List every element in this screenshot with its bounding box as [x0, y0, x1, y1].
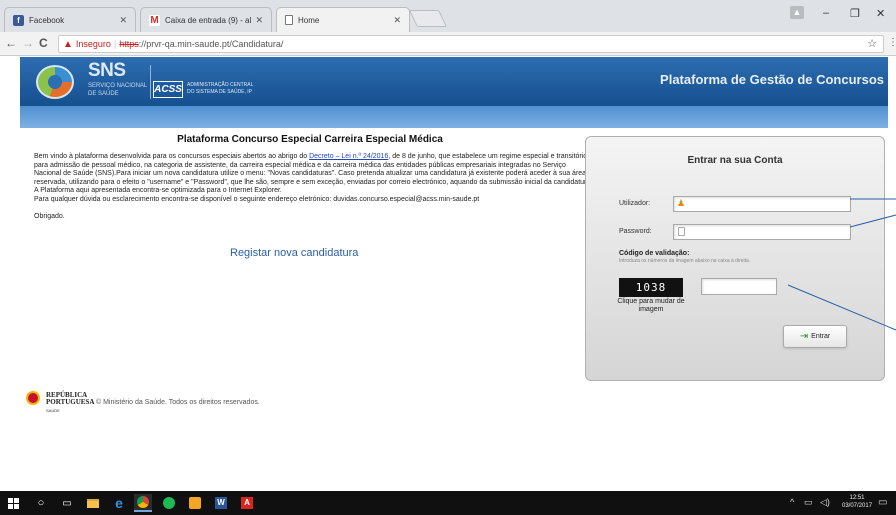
lock-icon	[678, 227, 685, 236]
security-label: Inseguro	[75, 39, 111, 49]
url-scheme: https	[119, 39, 139, 49]
password-label: Password:	[619, 228, 652, 235]
facebook-icon: f	[13, 14, 24, 26]
minimize-icon[interactable]: –	[823, 7, 829, 19]
file-explorer-icon[interactable]	[84, 494, 102, 512]
chrome-icon[interactable]	[134, 494, 152, 512]
sns-subtitle-line: SERVIÇO NACIONAL	[88, 83, 148, 89]
restore-icon[interactable]: ❐	[850, 7, 860, 20]
tab-label: Home	[298, 15, 320, 25]
username-label: Utilizador:	[619, 200, 651, 207]
clock-date: 03/07/2017	[842, 503, 873, 509]
arrow-line-password	[849, 214, 896, 228]
close-icon[interactable]: ✕	[119, 15, 127, 26]
thanks-text: Obrigado.	[34, 212, 65, 220]
url-field[interactable]: ▲ Inseguro | https://prvr-qa.min-saude.p…	[58, 35, 884, 53]
close-icon[interactable]: ✕	[393, 15, 401, 26]
sns-logo-icon	[36, 65, 74, 99]
republic-line: SAÚDE	[46, 408, 60, 413]
acss-badge: ACSS	[153, 81, 183, 98]
tab-gmail[interactable]: M Caixa de entrada (9) - al ✕	[140, 7, 272, 32]
site-footer: REPÚBLICA PORTUGUESA SAÚDE © Ministério …	[24, 391, 324, 421]
tab-home[interactable]: Home ✕	[276, 7, 410, 32]
clock-time: 12:51	[849, 495, 865, 501]
notifications-icon[interactable]: ▭	[878, 497, 887, 508]
header-menu-bar	[20, 106, 888, 128]
url-separator: |	[113, 39, 117, 49]
captcha-refresh-link[interactable]: Clique para mudar de imagem	[615, 298, 687, 314]
main-content: Plataforma Concurso Especial Carreira Es…	[20, 128, 888, 386]
volume-icon[interactable]: ◁)	[820, 497, 830, 508]
contact-text: Para qualquer dúvida ou esclarecimento e…	[34, 195, 480, 203]
forward-icon[interactable]: →	[22, 36, 34, 50]
new-tab-button[interactable]	[409, 10, 447, 27]
task-view-icon[interactable]: ▭	[58, 494, 76, 512]
user-icon: ♟	[677, 198, 686, 208]
close-window-icon[interactable]: ✕	[876, 7, 885, 20]
captcha-hint: Introduza os números da imagem abaixo na…	[619, 258, 751, 264]
sns-subtitle: SERVIÇO NACIONAL DE SAÚDE	[88, 82, 147, 98]
login-title: Entrar na sua Conta	[687, 155, 783, 166]
captcha-title: Código de validação:	[619, 250, 690, 257]
republic-emblem-icon	[26, 391, 40, 405]
sns-subtitle-line: DE SAÚDE	[88, 91, 119, 97]
intro-text: Bem vindo à plataforma desenvolvida para…	[34, 153, 594, 221]
site-header: SNS SERVIÇO NACIONAL DE SAÚDE ACSS ADMIN…	[20, 57, 888, 106]
tab-facebook[interactable]: f Facebook ✕	[4, 7, 136, 32]
acss-text-line: DO SISTEMA DE SAÚDE, IP	[187, 89, 253, 95]
gmail-icon: M	[149, 14, 160, 26]
close-icon[interactable]: ✕	[255, 15, 263, 26]
annotation-arrows	[787, 198, 896, 331]
page-icon	[285, 15, 293, 25]
search-icon[interactable]: ○	[32, 494, 50, 512]
captcha-image[interactable]: 1038	[619, 278, 683, 297]
republic-text: REPÚBLICA PORTUGUESA	[46, 392, 94, 406]
browser-tab-bar: f Facebook ✕ M Caixa de entrada (9) - al…	[0, 0, 896, 32]
windows-taskbar: ○ ▭ e W A ^ ▭ ◁) 12:51 03/07/2017 ▭	[0, 491, 896, 515]
acss-logo: ACSS ADMINISTRAÇÃO CENTRAL DO SISTEMA DE…	[150, 65, 253, 99]
intro-text-before: Bem vindo à plataforma desenvolvida para…	[34, 153, 310, 160]
decree-link[interactable]: Decreto – Lei n.º 24/2016	[309, 153, 388, 160]
page-title: Plataforma Concurso Especial Carreira Es…	[177, 134, 443, 145]
tab-label: Facebook	[29, 15, 65, 25]
url-text: ://prvr-qa.min-saude.pt/Candidatura/	[138, 39, 284, 49]
bookmark-star-icon[interactable]: ☆	[867, 37, 877, 50]
windows-start-icon[interactable]	[4, 494, 22, 512]
menu-icon[interactable]: ⋮	[888, 37, 896, 48]
address-bar: ← → C ▲ Inseguro | https://prvr-qa.min-s…	[0, 32, 896, 56]
captcha-field[interactable]	[701, 278, 777, 295]
warning-icon: ▲	[63, 38, 73, 50]
edge-icon[interactable]: e	[110, 494, 128, 512]
sns-title: SNS	[88, 60, 126, 81]
network-icon[interactable]: ▭	[804, 497, 813, 508]
back-icon[interactable]: ←	[5, 36, 17, 50]
copyright-text: © Ministério da Saúde. Todos os direitos…	[96, 399, 260, 406]
register-link[interactable]: Registar nova candidatura	[230, 247, 358, 259]
tray-chevron-icon[interactable]: ^	[790, 497, 794, 507]
outlook-icon[interactable]	[186, 494, 204, 512]
republic-line: PORTUGUESA	[46, 398, 95, 406]
platform-title: Plataforma de Gestão de Concursos	[660, 72, 884, 87]
clock[interactable]: 12:51 03/07/2017	[842, 494, 872, 510]
acss-text-line: ADMINISTRAÇÃO CENTRAL	[187, 82, 254, 88]
profile-icon[interactable]: ▲	[790, 6, 804, 19]
reload-icon[interactable]: C	[39, 36, 48, 50]
arrow-line-captcha	[787, 284, 896, 331]
tab-label: Caixa de entrada (9) - al	[165, 15, 252, 25]
spotify-icon[interactable]	[160, 494, 178, 512]
acss-text: ADMINISTRAÇÃO CENTRAL DO SISTEMA DE SAÚD…	[187, 82, 253, 96]
word-icon[interactable]: W	[212, 494, 230, 512]
acrobat-icon[interactable]: A	[238, 494, 256, 512]
